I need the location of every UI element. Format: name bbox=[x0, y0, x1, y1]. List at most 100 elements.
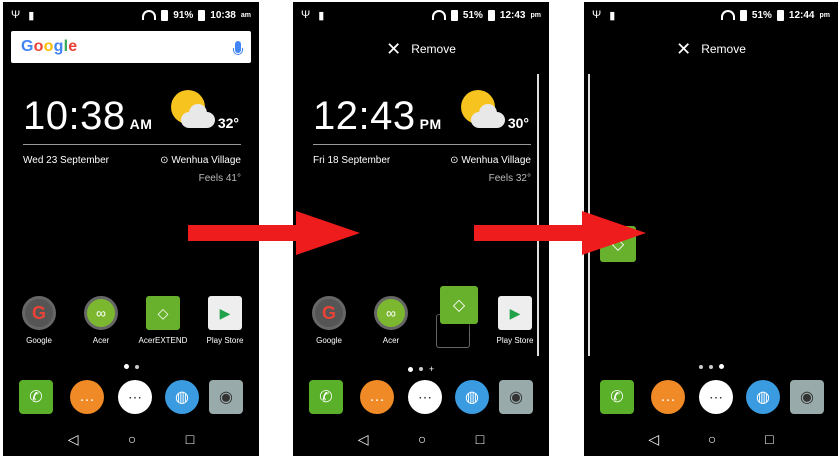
notification-icon: ▮ bbox=[28, 9, 35, 22]
acerextend-icon: ◇ bbox=[146, 296, 180, 330]
page-indicator bbox=[584, 364, 838, 369]
browser-icon[interactable]: ◍ bbox=[165, 380, 199, 414]
clock-widget[interactable]: 12:43 PM bbox=[313, 94, 442, 139]
app-acerextend[interactable]: ◇ AcerEXTEND bbox=[133, 296, 193, 345]
app-acer[interactable]: ∞ Acer bbox=[361, 296, 421, 345]
page-dot bbox=[123, 364, 129, 369]
app-label: Acer bbox=[92, 336, 110, 345]
remove-label: Remove bbox=[411, 42, 456, 56]
camera-icon[interactable]: ◉ bbox=[790, 380, 824, 414]
status-ampm: pm bbox=[819, 11, 831, 19]
clock-time: 10:38 bbox=[23, 94, 126, 138]
battery-icon bbox=[198, 9, 206, 21]
back-icon[interactable]: ◁ bbox=[648, 431, 659, 448]
app-label: Play Store bbox=[496, 336, 534, 345]
status-bar: Ψ ▮ 51% 12:43 pm bbox=[293, 2, 549, 28]
home-icon[interactable]: ○ bbox=[708, 431, 716, 448]
phone-icon[interactable]: ✆ bbox=[600, 380, 634, 414]
remove-label: Remove bbox=[701, 42, 746, 56]
close-icon: ✕ bbox=[676, 39, 692, 59]
home-icon[interactable]: ○ bbox=[418, 431, 426, 448]
dock: ✆ … ⋯ ◍ ◉ bbox=[293, 380, 549, 420]
page-dot bbox=[134, 364, 139, 369]
weather-widget[interactable]: 32° bbox=[169, 90, 239, 136]
usb-icon: Ψ bbox=[11, 8, 21, 21]
clock-ampm: AM bbox=[129, 116, 153, 132]
dock: ✆ … ⋯ ◍ ◉ bbox=[584, 380, 838, 420]
messages-icon[interactable]: … bbox=[651, 380, 685, 414]
nav-bar: ◁ ○ □ bbox=[3, 431, 259, 448]
location-name: Wenhua Village bbox=[171, 155, 241, 166]
back-icon[interactable]: ◁ bbox=[68, 431, 79, 448]
close-icon: ✕ bbox=[386, 39, 402, 59]
back-icon[interactable]: ◁ bbox=[358, 431, 369, 448]
phone-icon[interactable]: ✆ bbox=[309, 380, 343, 414]
dock: ✆ … ⋯ ◍ ◉ bbox=[3, 380, 259, 420]
app-label: Google bbox=[316, 336, 342, 345]
weather-widget[interactable]: 30° bbox=[459, 90, 529, 136]
app-label: AcerEXTEND bbox=[138, 336, 188, 345]
messages-icon[interactable]: … bbox=[360, 380, 394, 414]
weather-temp: 30° bbox=[507, 115, 529, 131]
app-label: Google bbox=[26, 336, 52, 345]
google-icon: G bbox=[22, 296, 56, 330]
home-icon[interactable]: ○ bbox=[128, 431, 136, 448]
phone-icon[interactable]: ✆ bbox=[19, 380, 53, 414]
location-text: ⊙ Wenhua Village bbox=[450, 155, 531, 166]
battery-percent: 51% bbox=[751, 9, 772, 21]
messages-icon[interactable]: … bbox=[70, 380, 104, 414]
sim-icon bbox=[161, 9, 169, 21]
remove-target[interactable]: ✕ Remove bbox=[293, 40, 549, 58]
dragged-acerextend-icon[interactable]: ◇ bbox=[440, 286, 478, 324]
clock-widget[interactable]: 10:38 AM bbox=[23, 94, 152, 139]
notification-icon: ▮ bbox=[609, 9, 616, 22]
status-ampm: am bbox=[240, 11, 251, 19]
camera-icon[interactable]: ◉ bbox=[499, 380, 533, 414]
battery-percent: 51% bbox=[462, 9, 483, 21]
app-google[interactable]: G Google bbox=[9, 296, 69, 345]
status-bar: Ψ ▮ 91% 10:38 am bbox=[3, 2, 259, 28]
divider bbox=[313, 144, 531, 145]
divider bbox=[23, 144, 241, 145]
camera-icon[interactable]: ◉ bbox=[209, 380, 243, 414]
app-google[interactable]: G Google bbox=[299, 296, 359, 345]
weather-temp: 32° bbox=[217, 115, 239, 131]
app-drawer-icon[interactable]: ⋯ bbox=[408, 380, 442, 414]
app-label: Acer bbox=[382, 336, 400, 345]
app-acer[interactable]: ∞ Acer bbox=[71, 296, 131, 345]
play-store-icon: ▶ bbox=[208, 296, 242, 330]
acer-icon: ∞ bbox=[374, 296, 408, 330]
mic-icon[interactable] bbox=[233, 41, 243, 55]
add-page-indicator: + bbox=[428, 364, 435, 374]
browser-icon[interactable]: ◍ bbox=[455, 380, 489, 414]
status-time: 12:44 bbox=[788, 9, 815, 21]
app-play-store[interactable]: ▶ Play Store bbox=[485, 296, 545, 345]
date-text: Fri 18 September bbox=[313, 155, 391, 166]
browser-icon[interactable]: ◍ bbox=[746, 380, 780, 414]
recents-icon[interactable]: □ bbox=[186, 431, 194, 448]
app-play-store[interactable]: ▶ Play Store bbox=[195, 296, 255, 345]
status-time: 10:38 bbox=[210, 9, 236, 21]
cloud-icon bbox=[471, 104, 505, 128]
recents-icon[interactable]: □ bbox=[765, 431, 773, 448]
clock-ampm: PM bbox=[419, 116, 442, 132]
location-pin-icon: ⊙ bbox=[450, 155, 459, 166]
app-drawer-icon[interactable]: ⋯ bbox=[118, 380, 152, 414]
app-drawer-icon[interactable]: ⋯ bbox=[699, 380, 733, 414]
home-apps-row: G Google ∞ Acer ◇ AcerEXTEND ▶ Play Store bbox=[3, 296, 259, 352]
recents-icon[interactable]: □ bbox=[476, 431, 484, 448]
google-icon: G bbox=[312, 296, 346, 330]
nav-bar: ◁ ○ □ bbox=[584, 431, 838, 448]
cloud-icon bbox=[181, 104, 215, 128]
location-text: ⊙ Wenhua Village bbox=[160, 155, 241, 166]
status-time: 12:43 bbox=[499, 9, 526, 21]
page-dot bbox=[708, 364, 713, 369]
google-logo: Google bbox=[21, 38, 78, 55]
page-indicator bbox=[3, 364, 259, 369]
sim-icon bbox=[739, 9, 747, 21]
google-search-bar[interactable]: Google bbox=[11, 31, 251, 63]
clock-time: 12:43 bbox=[313, 94, 416, 138]
home-apps-row: G Google ∞ Acer ▶ Play Store bbox=[293, 296, 549, 352]
battery-icon bbox=[487, 9, 495, 21]
remove-target[interactable]: ✕ Remove bbox=[584, 40, 838, 58]
